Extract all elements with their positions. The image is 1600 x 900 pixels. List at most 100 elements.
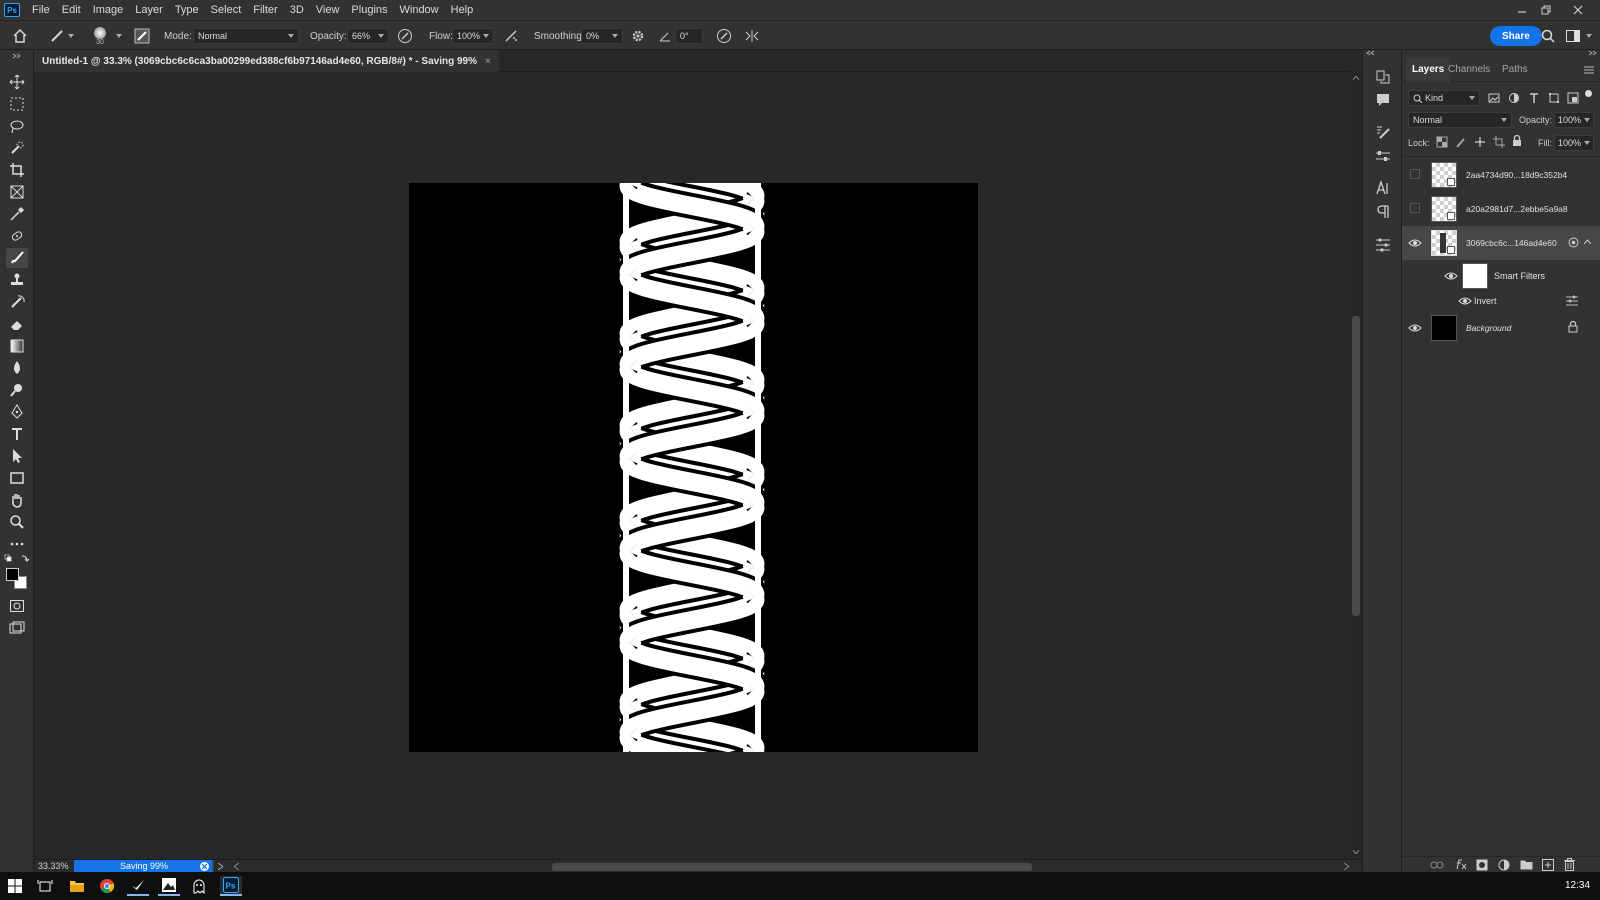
more-tools-icon[interactable]	[6, 534, 28, 554]
close-document-icon[interactable]: ×	[485, 56, 491, 67]
scroll-down-icon[interactable]	[1353, 850, 1359, 854]
filter-toggle-icon[interactable]	[1585, 90, 1592, 97]
layer-name[interactable]: 2aa4734d90...18d9c352b4	[1466, 170, 1567, 180]
menu-layer[interactable]: Layer	[129, 0, 169, 20]
layer-opacity-input[interactable]: 100%	[1554, 112, 1594, 128]
layer-name[interactable]: 3069cbc6c...146ad4e60	[1466, 238, 1557, 248]
gradient-tool-icon[interactable]	[6, 336, 28, 356]
system-clock[interactable]: 12:34	[1565, 880, 1590, 891]
filter-smart-object-icon[interactable]	[1567, 92, 1579, 104]
brush-size-picker[interactable]: 30	[94, 21, 106, 51]
lock-position-icon[interactable]	[1474, 136, 1486, 148]
chrome-icon[interactable]	[96, 876, 118, 896]
lock-pixels-icon[interactable]	[1455, 136, 1467, 148]
image-viewer-app-icon[interactable]	[158, 876, 180, 896]
vertical-scrollbar[interactable]	[1350, 72, 1362, 859]
crop-tool-icon[interactable]	[6, 160, 28, 180]
expand-panels-icon[interactable]	[1588, 50, 1598, 56]
panel-menu-icon[interactable]	[1584, 66, 1594, 74]
brush-settings-panel-icon[interactable]	[1373, 122, 1393, 142]
eye-icon[interactable]	[1408, 237, 1422, 249]
mode-select[interactable]: Normal	[193, 28, 299, 44]
layer-name[interactable]: Background	[1466, 323, 1511, 333]
flow-input[interactable]: 100%	[452, 28, 494, 44]
tab-paths[interactable]: Paths	[1496, 58, 1534, 82]
start-menu-icon[interactable]	[4, 876, 26, 896]
eye-icon[interactable]	[1458, 295, 1472, 307]
delete-layer-icon[interactable]	[1564, 858, 1575, 871]
toolbar-collapse-icon[interactable]	[6, 52, 28, 60]
airbrush-icon[interactable]	[503, 21, 519, 51]
horizontal-scroll-thumb[interactable]	[552, 863, 1032, 871]
vertical-scroll-thumb[interactable]	[1352, 316, 1360, 616]
dodge-tool-icon[interactable]	[6, 380, 28, 400]
visibility-toggle-off[interactable]	[1410, 203, 1420, 213]
menu-filter[interactable]: Filter	[247, 0, 283, 20]
lock-artboard-icon[interactable]	[1493, 136, 1505, 148]
layer-name[interactable]: a20a2981d7...2ebbe5a9a8	[1466, 204, 1568, 214]
angle-input[interactable]: 0°	[675, 28, 703, 44]
ghost-app-icon[interactable]	[188, 876, 210, 896]
home-icon[interactable]	[12, 21, 28, 51]
pen-tool-icon[interactable]	[6, 402, 28, 422]
filter-adjustment-icon[interactable]	[1508, 92, 1520, 104]
adjustments-panel-icon[interactable]	[1373, 146, 1393, 166]
menu-file[interactable]: File	[26, 0, 56, 20]
move-tool-icon[interactable]	[6, 72, 28, 92]
brush-tool-preset-icon[interactable]	[50, 21, 74, 51]
layer-filter-select[interactable]: Kind	[1408, 90, 1480, 106]
frame-tool-icon[interactable]	[6, 182, 28, 202]
menu-window[interactable]: Window	[394, 0, 445, 20]
document-canvas[interactable]	[409, 183, 978, 752]
minimize-icon[interactable]	[1510, 0, 1534, 20]
menu-image[interactable]: Image	[87, 0, 130, 20]
eyedropper-tool-icon[interactable]	[6, 204, 28, 224]
new-adjustment-layer-icon[interactable]	[1498, 859, 1510, 871]
add-mask-icon[interactable]	[1476, 859, 1488, 871]
collapse-effects-icon[interactable]	[1584, 239, 1591, 244]
filter-blending-options-icon[interactable]	[1566, 295, 1578, 306]
rectangle-tool-icon[interactable]	[6, 468, 28, 488]
zoom-tool-icon[interactable]	[6, 512, 28, 532]
history-panel-icon[interactable]	[1373, 67, 1393, 87]
eraser-tool-icon[interactable]	[6, 314, 28, 334]
quick-selection-tool-icon[interactable]	[6, 138, 28, 158]
scroll-right-icon[interactable]	[1344, 863, 1349, 870]
marquee-tool-icon[interactable]	[6, 94, 28, 114]
eye-icon[interactable]	[1408, 322, 1422, 334]
file-explorer-icon[interactable]	[66, 876, 88, 896]
filter-shape-icon[interactable]	[1548, 92, 1560, 104]
healing-brush-tool-icon[interactable]	[6, 226, 28, 246]
menu-type[interactable]: Type	[169, 0, 205, 20]
hand-tool-icon[interactable]	[6, 490, 28, 510]
brush-settings-icon[interactable]	[134, 21, 150, 51]
fx-icon[interactable]	[1454, 858, 1468, 870]
menu-edit[interactable]: Edit	[56, 0, 87, 20]
character-panel-icon[interactable]	[1373, 178, 1393, 198]
photoshop-taskbar-icon[interactable]: Ps	[220, 876, 242, 896]
menu-help[interactable]: Help	[445, 0, 480, 20]
search-icon[interactable]	[1541, 21, 1555, 51]
new-layer-icon[interactable]	[1542, 859, 1554, 871]
layer-row[interactable]: 2aa4734d90...18d9c352b4	[1402, 158, 1600, 192]
share-button[interactable]: Share	[1490, 26, 1542, 46]
opacity-input[interactable]: 66%	[347, 28, 389, 44]
restore-icon[interactable]	[1534, 0, 1558, 20]
brush-dropdown-icon[interactable]	[116, 21, 122, 51]
pressure-size-icon[interactable]	[716, 21, 732, 51]
tab-channels[interactable]: Channels	[1442, 58, 1496, 82]
properties-panel-icon[interactable]	[1373, 235, 1393, 255]
visibility-toggle-off[interactable]	[1410, 169, 1420, 179]
brush-tool-icon[interactable]	[6, 248, 28, 268]
smoothing-input[interactable]: 0%	[581, 28, 623, 44]
link-layers-icon[interactable]	[1430, 860, 1444, 870]
collapse-panels-icon[interactable]	[1366, 50, 1376, 56]
pressure-opacity-icon[interactable]	[397, 21, 413, 51]
type-tool-icon[interactable]	[6, 424, 28, 444]
menu-view[interactable]: View	[310, 0, 346, 20]
menu-3d[interactable]: 3D	[284, 0, 310, 20]
workspace-dropdown-icon[interactable]	[1586, 21, 1592, 51]
eye-icon[interactable]	[1444, 270, 1458, 282]
blend-mode-select[interactable]: Normal	[1408, 112, 1512, 128]
lasso-tool-icon[interactable]	[6, 116, 28, 136]
